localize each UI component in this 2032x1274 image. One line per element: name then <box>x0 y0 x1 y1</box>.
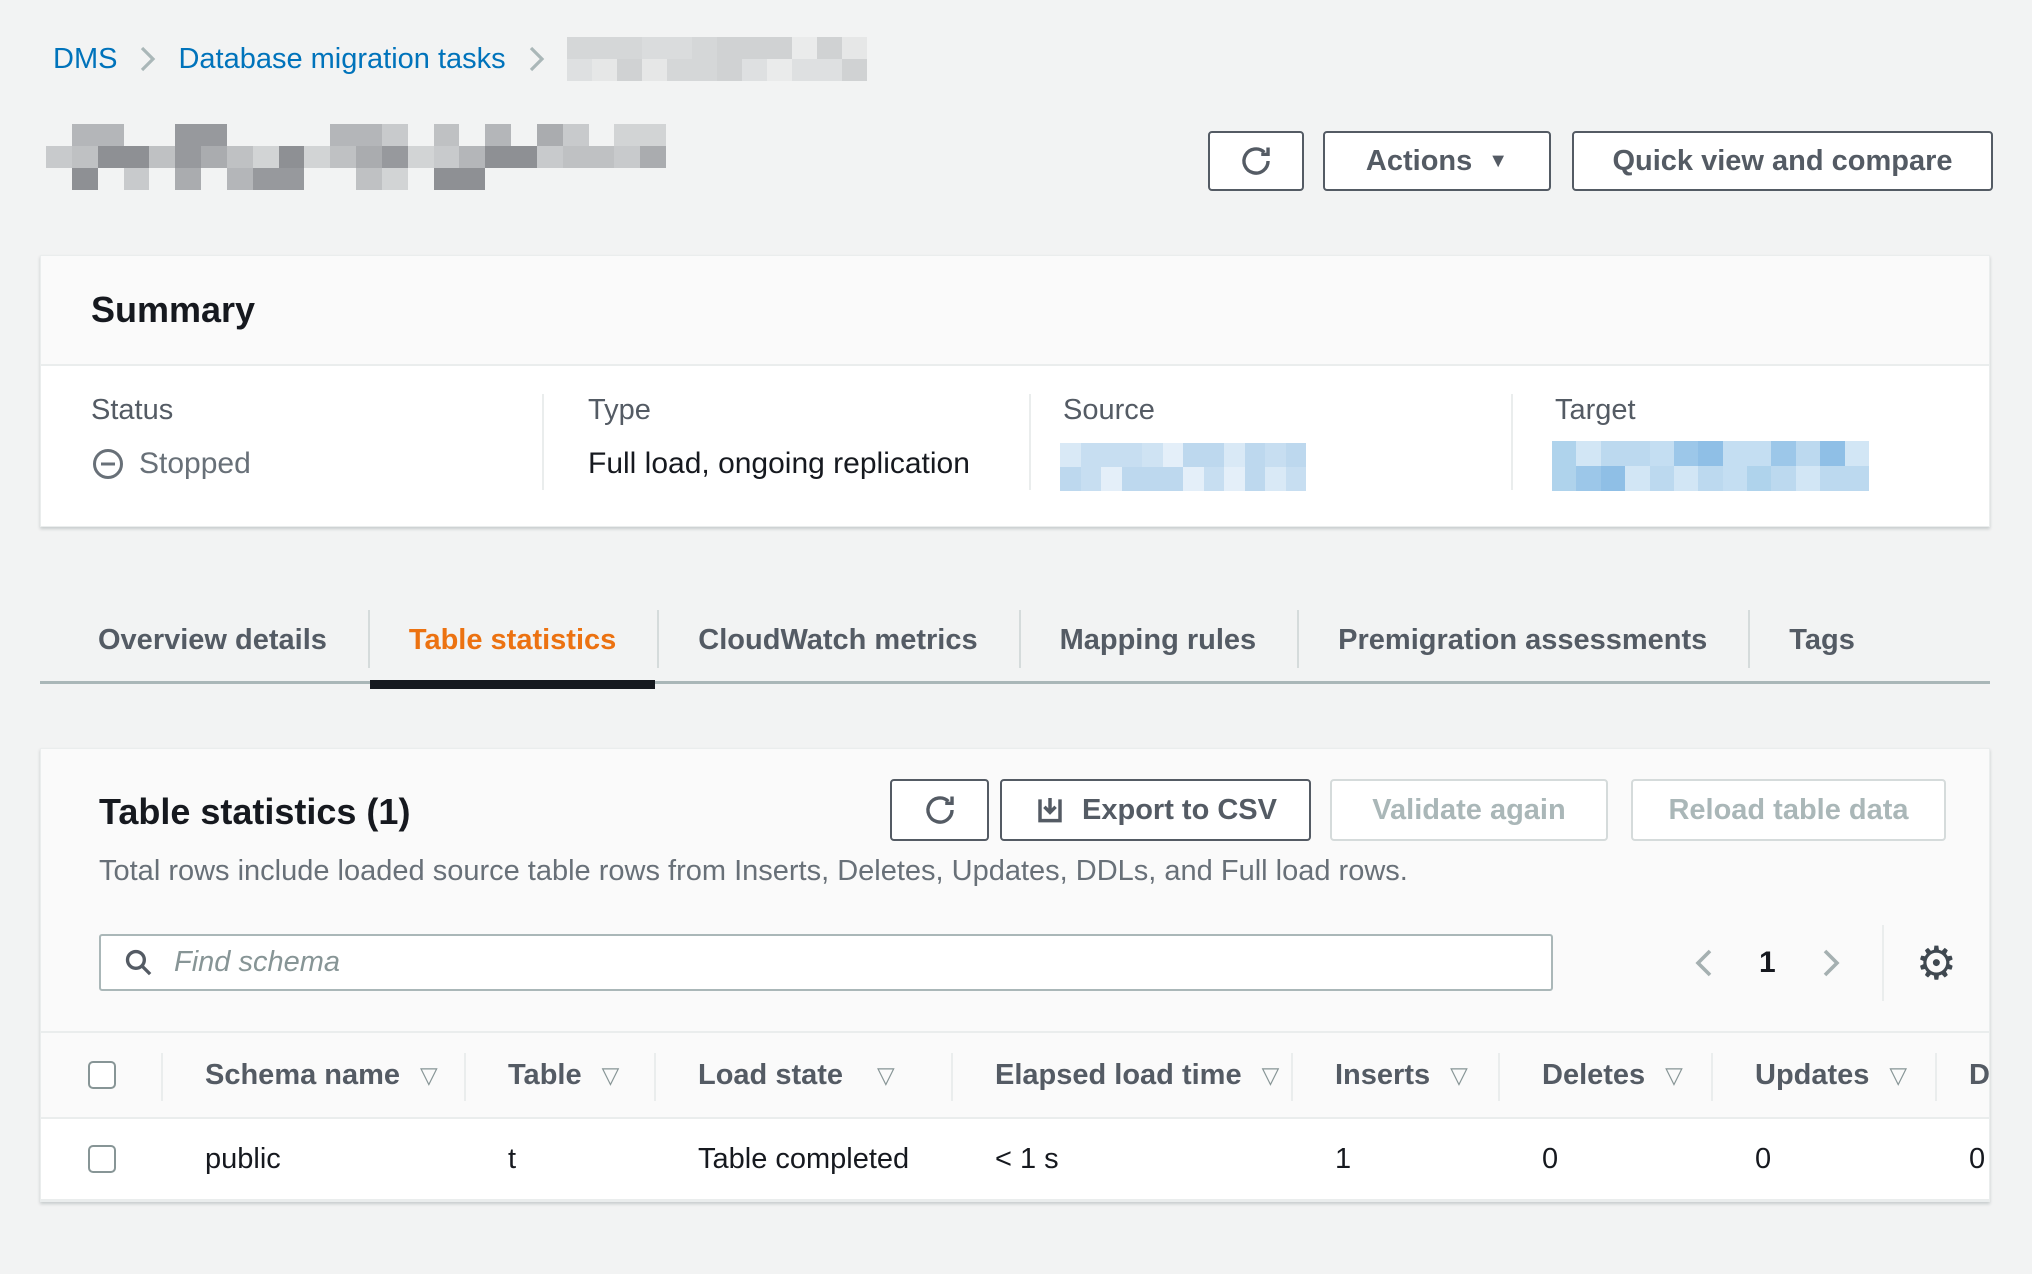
cell-table: t <box>466 1143 656 1176</box>
tab-premigration-assessments[interactable]: Premigration assessments <box>1297 600 1748 681</box>
status-value: Stopped <box>139 447 251 481</box>
column-header-inserts[interactable]: Inserts▽ <box>1293 1033 1500 1117</box>
table-statistics-description: Total rows include loaded source table r… <box>99 855 1408 888</box>
divider <box>1511 394 1513 490</box>
breadcrumb-link-tasks[interactable]: Database migration tasks <box>178 43 505 76</box>
table-row: public t Table completed < 1 s 1 0 0 0 <box>41 1119 1989 1201</box>
column-header-table[interactable]: Table▽ <box>466 1033 656 1117</box>
current-page-number[interactable]: 1 <box>1759 946 1776 980</box>
source-link-redacted[interactable] <box>1060 443 1306 491</box>
dms-task-page: DMS Database migration tasks Actions ▼ Q… <box>0 0 2032 1274</box>
download-icon <box>1034 794 1066 826</box>
previous-page-button[interactable] <box>1691 946 1717 980</box>
target-link-redacted[interactable] <box>1552 441 1869 491</box>
export-label: Export to CSV <box>1082 794 1277 827</box>
type-label: Type <box>588 394 970 427</box>
column-header-elapsed-load-time[interactable]: Elapsed load time▽ <box>953 1033 1293 1117</box>
settings-gear-icon[interactable]: ⚙ <box>1916 940 1957 986</box>
sort-icon: ▽ <box>1262 1062 1280 1089</box>
sort-icon: ▽ <box>1450 1062 1468 1089</box>
summary-card: Summary Status Stopped Type Full load, o… <box>40 255 1990 527</box>
sort-icon: ▽ <box>602 1062 620 1089</box>
select-all-checkbox[interactable] <box>88 1061 116 1089</box>
breadcrumb-link-dms[interactable]: DMS <box>53 43 117 76</box>
summary-field-target: Target <box>1555 394 1869 491</box>
sort-icon: ▽ <box>877 1062 895 1089</box>
search-icon <box>123 947 154 978</box>
cell-updates: 0 <box>1713 1143 1937 1176</box>
reload-table-data-button[interactable]: Reload table data <box>1631 779 1946 841</box>
column-header-ddls[interactable]: DDLs <box>1937 1033 1990 1117</box>
breadcrumb-current-redacted <box>567 37 867 81</box>
select-all-cell <box>41 1033 163 1117</box>
refresh-icon <box>923 793 957 827</box>
summary-field-status: Status Stopped <box>91 394 251 481</box>
tab-table-statistics[interactable]: Table statistics <box>368 600 657 681</box>
summary-field-type: Type Full load, ongoing replication <box>588 394 970 481</box>
schema-search-box <box>99 934 1553 991</box>
table-statistics-title: Table statistics (1) <box>99 791 410 833</box>
divider <box>1882 925 1884 1001</box>
chevron-right-icon <box>528 45 545 73</box>
divider <box>542 394 544 490</box>
table-refresh-button[interactable] <box>890 779 989 841</box>
table-header-row: Schema name▽ Table▽ Load state▽ Elapsed … <box>41 1031 1989 1119</box>
summary-title: Summary <box>91 289 255 331</box>
row-select-cell <box>41 1145 163 1173</box>
summary-header: Summary <box>41 256 1989 366</box>
reload-label: Reload table data <box>1668 794 1908 827</box>
column-header-schema-name[interactable]: Schema name▽ <box>163 1033 466 1117</box>
pagination: 1 ⚙ <box>1691 934 1957 991</box>
refresh-icon <box>1239 144 1273 178</box>
actions-button[interactable]: Actions ▼ <box>1323 131 1551 191</box>
column-header-load-state[interactable]: Load state▽ <box>656 1033 953 1117</box>
refresh-button[interactable] <box>1208 131 1304 191</box>
summary-field-source: Source <box>1063 394 1306 491</box>
column-header-deletes[interactable]: Deletes▽ <box>1500 1033 1713 1117</box>
chevron-right-icon <box>139 45 156 73</box>
cell-ddls: 0 <box>1937 1143 1989 1176</box>
tab-mapping-rules[interactable]: Mapping rules <box>1019 600 1298 681</box>
cell-deletes: 0 <box>1500 1143 1713 1176</box>
target-label: Target <box>1555 394 1869 427</box>
cell-elapsed-load-time: < 1 s <box>953 1143 1293 1176</box>
sort-icon: ▽ <box>1665 1062 1683 1089</box>
actions-label: Actions <box>1366 145 1472 178</box>
status-label: Status <box>91 394 251 427</box>
task-detail-tabs: Overview details Table statistics CloudW… <box>40 600 1990 684</box>
caret-down-icon: ▼ <box>1488 151 1508 171</box>
table-statistics-table: Schema name▽ Table▽ Load state▽ Elapsed … <box>41 1031 1989 1201</box>
cell-inserts: 1 <box>1293 1143 1500 1176</box>
export-to-csv-button[interactable]: Export to CSV <box>1000 779 1311 841</box>
divider <box>1029 394 1031 490</box>
source-label: Source <box>1063 394 1306 427</box>
tab-cloudwatch-metrics[interactable]: CloudWatch metrics <box>657 600 1018 681</box>
column-header-updates[interactable]: Updates▽ <box>1713 1033 1937 1117</box>
validate-again-button[interactable]: Validate again <box>1330 779 1608 841</box>
quick-view-and-compare-button[interactable]: Quick view and compare <box>1572 131 1993 191</box>
sort-icon: ▽ <box>420 1062 438 1089</box>
validate-label: Validate again <box>1372 794 1565 827</box>
table-statistics-panel: Table statistics (1) Export to CSV Valid… <box>40 748 1990 1202</box>
cell-load-state: Table completed <box>656 1143 953 1176</box>
page-title-redacted <box>46 124 666 190</box>
next-page-button[interactable] <box>1818 946 1844 980</box>
summary-body: Status Stopped Type Full load, ongoing r… <box>41 366 1989 524</box>
quick-view-label: Quick view and compare <box>1612 145 1952 178</box>
stopped-status-icon <box>91 447 125 481</box>
row-checkbox[interactable] <box>88 1145 116 1173</box>
sort-icon: ▽ <box>1889 1062 1907 1089</box>
breadcrumb: DMS Database migration tasks <box>53 36 867 82</box>
tab-overview-details[interactable]: Overview details <box>57 600 368 681</box>
search-input[interactable] <box>172 945 1551 980</box>
type-value: Full load, ongoing replication <box>588 447 970 481</box>
cell-schema-name: public <box>163 1143 466 1176</box>
tab-tags[interactable]: Tags <box>1748 600 1896 681</box>
